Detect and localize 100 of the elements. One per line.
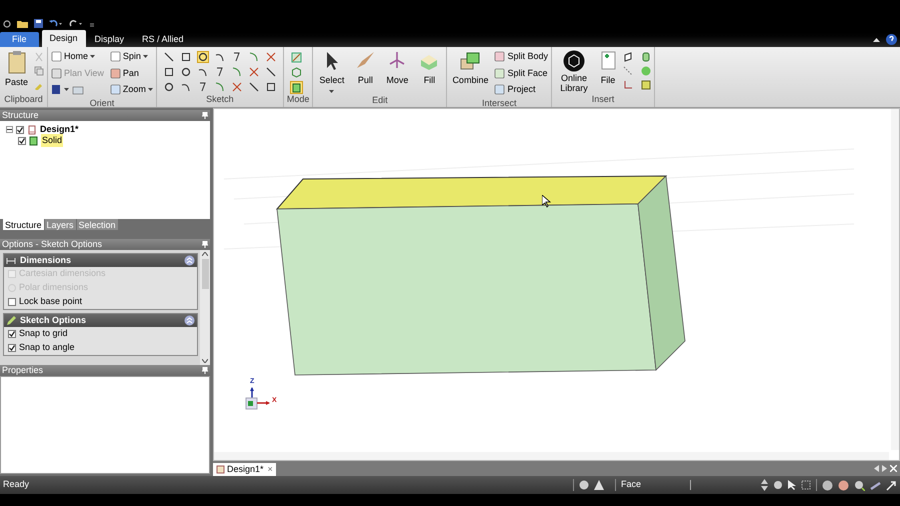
- ribbon-button[interactable]: Pan: [110, 66, 153, 80]
- ribbon-button[interactable]: Online Library: [555, 50, 593, 93]
- sketch-tool-icon[interactable]: [248, 82, 259, 92]
- ribbon-button[interactable]: Project: [494, 83, 548, 96]
- sphere-icon[interactable]: [822, 480, 833, 490]
- checkbox[interactable]: [8, 330, 16, 338]
- ribbon-button[interactable]: Fill: [415, 50, 444, 88]
- ribbon-button[interactable]: Zoom: [110, 83, 153, 96]
- panel-tab[interactable]: Structure: [3, 219, 44, 230]
- warning-icon[interactable]: [594, 480, 604, 490]
- scrollbar-track[interactable]: [214, 452, 889, 460]
- pin-icon[interactable]: [202, 367, 208, 374]
- group-label: Clipboard: [3, 92, 44, 106]
- design-file-icon: [216, 465, 225, 474]
- ribbon-button[interactable]: Home: [51, 50, 104, 64]
- close-button[interactable]: ×: [268, 462, 273, 476]
- dropdown-caret-icon[interactable]: [64, 88, 70, 92]
- plane-icon[interactable]: [623, 52, 633, 62]
- ribbon-tab[interactable]: Display: [86, 32, 134, 47]
- tree-item[interactable]: Design1*: [40, 122, 79, 136]
- pointer-icon[interactable]: [788, 480, 796, 490]
- sketch-tool-icon[interactable]: [266, 67, 276, 77]
- scrollbar-thumb[interactable]: [202, 259, 208, 289]
- scrollbar-track[interactable]: [200, 250, 210, 365]
- dropdown-caret-icon[interactable]: [148, 88, 153, 92]
- panel-title: Properties: [2, 364, 44, 377]
- expander-icon[interactable]: [6, 126, 13, 133]
- sketch-tool-icon[interactable]: [164, 82, 174, 92]
- component-icon[interactable]: [641, 80, 651, 90]
- ribbon-button[interactable]: Split Face: [494, 66, 548, 80]
- scrollbar-track[interactable]: [891, 109, 899, 450]
- solid-cube-icon: [29, 136, 38, 146]
- sketch-mode-icon[interactable]: [290, 52, 302, 63]
- box-select-icon[interactable]: [801, 480, 811, 490]
- panel-title: Options - Sketch Options: [2, 238, 102, 251]
- sketch-tool-icon[interactable]: [164, 52, 174, 62]
- collapse-ribbon-icon[interactable]: [873, 37, 880, 42]
- ruler-icon[interactable]: [870, 480, 881, 490]
- design-file-icon: [27, 124, 37, 134]
- sketch-tool-icon[interactable]: [266, 82, 276, 92]
- close-icon[interactable]: [890, 465, 897, 472]
- selection-filter[interactable]: Face: [621, 478, 685, 492]
- up-down-arrows-icon[interactable]: [761, 479, 768, 491]
- pin-icon[interactable]: [202, 241, 208, 248]
- ribbon-tab[interactable]: File: [0, 32, 39, 47]
- checkbox[interactable]: [16, 126, 24, 134]
- scroll-right-icon[interactable]: [882, 465, 887, 472]
- panel-title: Structure: [2, 108, 39, 122]
- origin-axes-icon[interactable]: [623, 80, 633, 90]
- ribbon-button[interactable]: Pull: [351, 50, 380, 88]
- option-label: Lock base point: [19, 295, 82, 308]
- ribbon-button[interactable]: File: [597, 50, 619, 88]
- ribbon-button[interactable]: Move: [383, 50, 412, 88]
- folder-icon[interactable]: [17, 19, 28, 28]
- save-icon[interactable]: [34, 19, 43, 28]
- paste-button[interactable]: Paste: [3, 50, 30, 90]
- sketch-tool-icon[interactable]: [198, 82, 208, 92]
- checkbox[interactable]: [18, 136, 26, 144]
- circle-icon[interactable]: [579, 480, 589, 490]
- undo-icon[interactable]: [49, 19, 63, 28]
- group-label: Sketch: [205, 92, 235, 106]
- collapse-section-icon[interactable]: [184, 315, 195, 326]
- document-tab-label: Design1*: [227, 462, 264, 476]
- ribbon-button[interactable]: Spin: [110, 50, 153, 64]
- dropdown-caret-icon[interactable]: [90, 54, 96, 59]
- sketch-tool-icon[interactable]: [214, 52, 225, 62]
- group-label: Insert: [590, 93, 616, 106]
- ribbon-button[interactable]: Select: [316, 50, 348, 94]
- dropdown-caret-icon[interactable]: [142, 54, 148, 59]
- sketch-tool-icon[interactable]: [198, 52, 208, 62]
- customize-icon[interactable]: [89, 22, 95, 28]
- sketch-tool-icon[interactable]: [180, 67, 191, 77]
- scroll-down-icon[interactable]: [202, 359, 208, 363]
- checkbox[interactable]: [8, 298, 16, 306]
- ribbon-tab[interactable]: Design: [42, 30, 86, 47]
- sketch-tool-icon[interactable]: [214, 67, 225, 77]
- 3d-mode-icon[interactable]: [290, 82, 302, 93]
- collapse-section-icon[interactable]: [184, 255, 195, 266]
- scroll-up-icon[interactable]: [202, 252, 208, 256]
- checkbox[interactable]: [8, 344, 16, 352]
- redo-icon[interactable]: [69, 19, 83, 28]
- sketch-tool-icon[interactable]: [180, 82, 191, 92]
- ribbon-button[interactable]: Combine: [450, 50, 490, 88]
- ribbon-button[interactable]: Split Body: [494, 50, 548, 64]
- option-label: Snap to grid: [19, 327, 68, 340]
- group-label: Edit: [371, 94, 389, 106]
- sketch-tool-icon[interactable]: [198, 67, 208, 77]
- sketch-tool-icon[interactable]: [180, 52, 191, 62]
- help-icon[interactable]: [886, 34, 897, 45]
- scroll-left-icon[interactable]: [874, 465, 879, 472]
- arrow-icon[interactable]: [886, 480, 897, 490]
- cylinder-icon[interactable]: [641, 52, 651, 62]
- axis-line-icon[interactable]: [623, 66, 633, 76]
- pin-icon[interactable]: [202, 112, 208, 119]
- document-tab[interactable]: Design1* ×: [213, 463, 276, 476]
- sketch-tool-icon[interactable]: [164, 67, 174, 77]
- sketch-tool-icon[interactable]: [232, 52, 242, 62]
- tree-item[interactable]: Solid: [41, 134, 64, 148]
- ribbon-tab[interactable]: RS / Allied: [133, 32, 193, 47]
- section-mode-icon[interactable]: [290, 67, 302, 78]
